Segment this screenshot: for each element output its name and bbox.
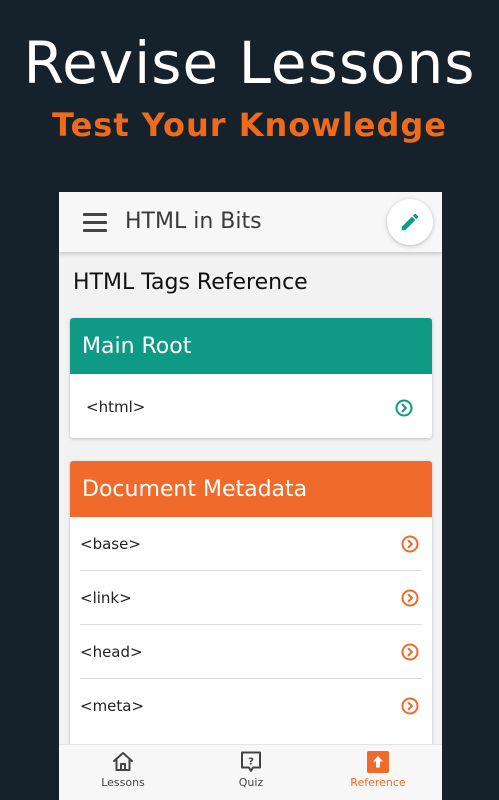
home-icon	[113, 752, 133, 771]
list-item[interactable]: <meta>	[80, 679, 422, 733]
page-heading: HTML Tags Reference	[73, 270, 308, 295]
menu-icon[interactable]	[83, 213, 109, 233]
card-document-metadata: Document Metadata <base> <link> <head> <…	[70, 461, 432, 744]
list-item-label: <head>	[80, 643, 143, 661]
play-circle-icon[interactable]	[400, 588, 420, 608]
list-item[interactable]: <html>	[80, 374, 422, 438]
phone-screen: HTML in Bits HTML Tags Reference Main Ro…	[59, 192, 442, 800]
edit-button[interactable]	[387, 199, 433, 245]
list-item-label: <base>	[80, 535, 141, 553]
quiz-icon: ?	[241, 751, 261, 772]
bottom-navigation: Lessons ? Quiz Reference	[59, 744, 442, 800]
play-circle-icon[interactable]	[394, 398, 414, 418]
list-item[interactable]: <base>	[80, 517, 422, 571]
app-title: HTML in Bits	[125, 209, 262, 234]
promo-subtitle: Test Your Knowledge	[52, 106, 447, 144]
nav-reference[interactable]: Reference	[314, 749, 442, 799]
list-item-label: <link>	[80, 589, 132, 607]
card-title: Main Root	[70, 318, 432, 374]
nav-label: Quiz	[238, 776, 264, 789]
list-item[interactable]: <head>	[80, 625, 422, 679]
svg-text:?: ?	[248, 757, 254, 768]
promo-title: Revise Lessons	[23, 29, 476, 97]
play-circle-icon[interactable]	[400, 642, 420, 662]
nav-label: Reference	[350, 776, 406, 789]
list-item[interactable]: <link>	[80, 571, 422, 625]
card-main-root: Main Root <html>	[70, 318, 432, 438]
card-title: Document Metadata	[70, 461, 432, 517]
nav-label: Lessons	[101, 776, 145, 789]
list-item-label: <meta>	[80, 697, 145, 715]
app-bar: HTML in Bits	[59, 192, 442, 252]
nav-lessons[interactable]: Lessons	[59, 749, 187, 799]
nav-quiz[interactable]: ? Quiz	[187, 749, 315, 799]
list-item-label: <html>	[86, 398, 146, 416]
content-area[interactable]: HTML Tags Reference Main Root <html> Doc…	[59, 252, 442, 744]
play-circle-icon[interactable]	[400, 696, 420, 716]
play-circle-icon[interactable]	[400, 534, 420, 554]
pencil-icon	[401, 213, 419, 231]
reference-icon	[367, 751, 389, 773]
